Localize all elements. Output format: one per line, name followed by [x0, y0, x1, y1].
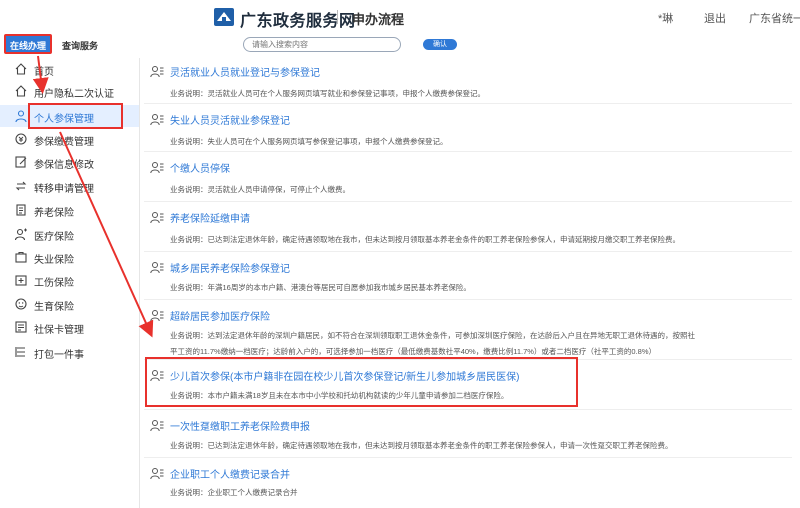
sidebar-item-label: 社保卡管理 — [34, 325, 84, 336]
user-list-icon — [150, 468, 164, 480]
briefcase-icon — [15, 251, 27, 263]
sidebar-item-label: 养老保险 — [34, 208, 74, 219]
service-title[interactable]: 养老保险延缴申请 — [170, 210, 250, 225]
sidebar-item-label: 工伤保险 — [34, 278, 74, 289]
sidebar-item-maternity[interactable]: 生育保险 — [0, 293, 139, 315]
sidebar-item-info-edit[interactable]: 参保信息修改 — [0, 151, 139, 173]
document-icon — [16, 204, 26, 216]
sidebar-item-label: 打包一件事 — [34, 350, 84, 361]
user-list-icon — [150, 420, 164, 432]
service-desc: 业务说明：灵活就业人员申请停保，可停止个人缴费。 — [170, 185, 350, 194]
province-link[interactable]: 广东省统一 — [749, 10, 800, 26]
sidebar-item-home[interactable]: 首页 — [0, 58, 139, 80]
sidebar-item-label: 参保缴费管理 — [34, 137, 94, 148]
service-desc: 业务说明：企业职工个人缴费记录合并 — [170, 488, 298, 497]
list-item[interactable]: 超龄居民参加医疗保险 业务说明：达到法定退休年龄的深圳户籍居民，如不符合在深圳领… — [144, 300, 792, 360]
user-list-icon — [150, 212, 164, 224]
card-icon — [15, 321, 27, 333]
gov-logo-icon — [214, 8, 234, 26]
site-title[interactable]: 广东政务服务网 — [240, 7, 356, 31]
sidebar-item-work-injury[interactable]: 工伤保险 — [0, 269, 139, 291]
user-list-icon — [150, 162, 164, 174]
service-desc: 业务说明：已达到法定退休年龄，确定待遇领取地在我市，但未达到按月领取基本养老金条… — [170, 235, 680, 244]
service-desc-continued: 平工资的11.7%缴纳一档医疗；达龄前入户的，可选择参加一档医疗（最低缴费基数社… — [170, 347, 657, 356]
list-item[interactable]: 养老保险延缴申请 业务说明：已达到法定退休年龄，确定待遇领取地在我市，但未达到按… — [144, 202, 792, 252]
user-list-icon — [150, 310, 164, 322]
sidebar-item-pension[interactable]: 养老保险 — [0, 199, 139, 221]
sidebar-item-transfer[interactable]: 转移申请管理 — [0, 175, 139, 197]
user-name[interactable]: *琳 — [658, 10, 673, 26]
service-desc: 业务说明：已达到法定退休年龄，确定待遇领取地在我市，但未达到按月领取基本养老金条… — [170, 441, 673, 450]
list-item[interactable]: 个缴人员停保 业务说明：灵活就业人员申请停保，可停止个人缴费。 — [144, 152, 792, 202]
sidebar-item-label: 转移申请管理 — [34, 184, 94, 195]
sidebar-item-label: 首页 — [34, 67, 54, 78]
service-title[interactable]: 失业人员灵活就业参保登记 — [170, 112, 290, 127]
tab-query-service[interactable]: 查询服务 — [62, 39, 98, 52]
service-title[interactable]: 企业职工个人缴费记录合并 — [170, 466, 290, 481]
sidebar-item-label: 用户隐私二次认证 — [34, 89, 114, 100]
list-item[interactable]: 企业职工个人缴费记录合并 业务说明：企业职工个人缴费记录合并 — [144, 458, 792, 506]
service-desc: 业务说明：年满16周岁的本市户籍、港澳台等居民可自愿参加我市城乡居民基本养老保险… — [170, 283, 471, 292]
page-subtitle: 申办流程 — [352, 12, 405, 27]
service-title[interactable]: 个缴人员停保 — [170, 160, 230, 175]
service-desc: 业务说明：灵活就业人员可在个人服务网页填写就业和参保登记事项，申报个人缴费参保登… — [170, 89, 485, 98]
baby-icon — [15, 298, 27, 310]
home-icon — [15, 85, 27, 97]
sidebar-item-payment[interactable]: 参保缴费管理 — [0, 128, 139, 150]
person-icon — [15, 110, 27, 123]
home-icon — [15, 63, 27, 75]
list-item[interactable]: 灵活就业人员就业登记与参保登记 业务说明：灵活就业人员可在个人服务网页填写就业和… — [144, 56, 792, 104]
service-desc: 业务说明：达到法定退休年龄的深圳户籍居民，如不符合在深圳领取职工退休金条件，可参… — [170, 331, 695, 340]
top-header: 广东政务服务网 申办流程 *琳 退出 广东省统一 — [0, 0, 800, 34]
user-list-icon — [150, 262, 164, 274]
list-item[interactable]: 失业人员灵活就业参保登记 业务说明：失业人员可在个人服务网页填写参保登记事项，申… — [144, 104, 792, 152]
edit-icon — [15, 156, 27, 168]
money-icon — [15, 133, 27, 145]
sidebar-item-label: 失业保险 — [34, 255, 74, 266]
annotation-box-sidebar — [28, 103, 123, 129]
package-icon — [15, 347, 25, 357]
annotation-box-service — [145, 357, 578, 407]
transfer-icon — [15, 181, 27, 191]
tab-online-service[interactable]: 在线办理 — [4, 34, 52, 54]
service-title[interactable]: 灵活就业人员就业登记与参保登记 — [170, 64, 320, 79]
user-icon — [14, 228, 27, 241]
list-item[interactable]: 一次性趸缴职工养老保险费申报 业务说明：已达到法定退休年龄，确定待遇领取地在我市… — [144, 410, 792, 458]
sidebar-item-unemployment[interactable]: 失业保险 — [0, 246, 139, 268]
user-list-icon — [150, 66, 164, 78]
list-item[interactable]: 城乡居民养老保险参保登记 业务说明：年满16周岁的本市户籍、港澳台等居民可自愿参… — [144, 252, 792, 300]
service-title[interactable]: 超龄居民参加医疗保险 — [170, 308, 270, 323]
service-list: 灵活就业人员就业登记与参保登记 业务说明：灵活就业人员可在个人服务网页填写就业和… — [144, 56, 800, 508]
sidebar-item-medical[interactable]: 医疗保险 — [0, 223, 139, 245]
sidebar-item-label: 参保信息修改 — [34, 160, 94, 171]
search-button[interactable]: 确认 — [423, 39, 457, 50]
sidebar-item-package[interactable]: 打包一件事 — [0, 341, 139, 363]
sidebar-item-label: 医疗保险 — [34, 232, 74, 243]
injury-icon — [15, 275, 27, 286]
sidebar-item-label: 生育保险 — [34, 302, 74, 313]
title-divider — [337, 10, 338, 24]
sidebar-item-privacy-auth[interactable]: 用户隐私二次认证 — [0, 80, 139, 102]
service-title[interactable]: 一次性趸缴职工养老保险费申报 — [170, 418, 310, 433]
service-title[interactable]: 城乡居民养老保险参保登记 — [170, 260, 290, 275]
logout-link[interactable]: 退出 — [704, 10, 726, 26]
user-list-icon — [150, 114, 164, 126]
search-input[interactable] — [243, 37, 401, 52]
service-desc: 业务说明：失业人员可在个人服务网页填写参保登记事项，申报个人缴费参保登记。 — [170, 137, 448, 146]
sidebar-item-social-card[interactable]: 社保卡管理 — [0, 316, 139, 338]
